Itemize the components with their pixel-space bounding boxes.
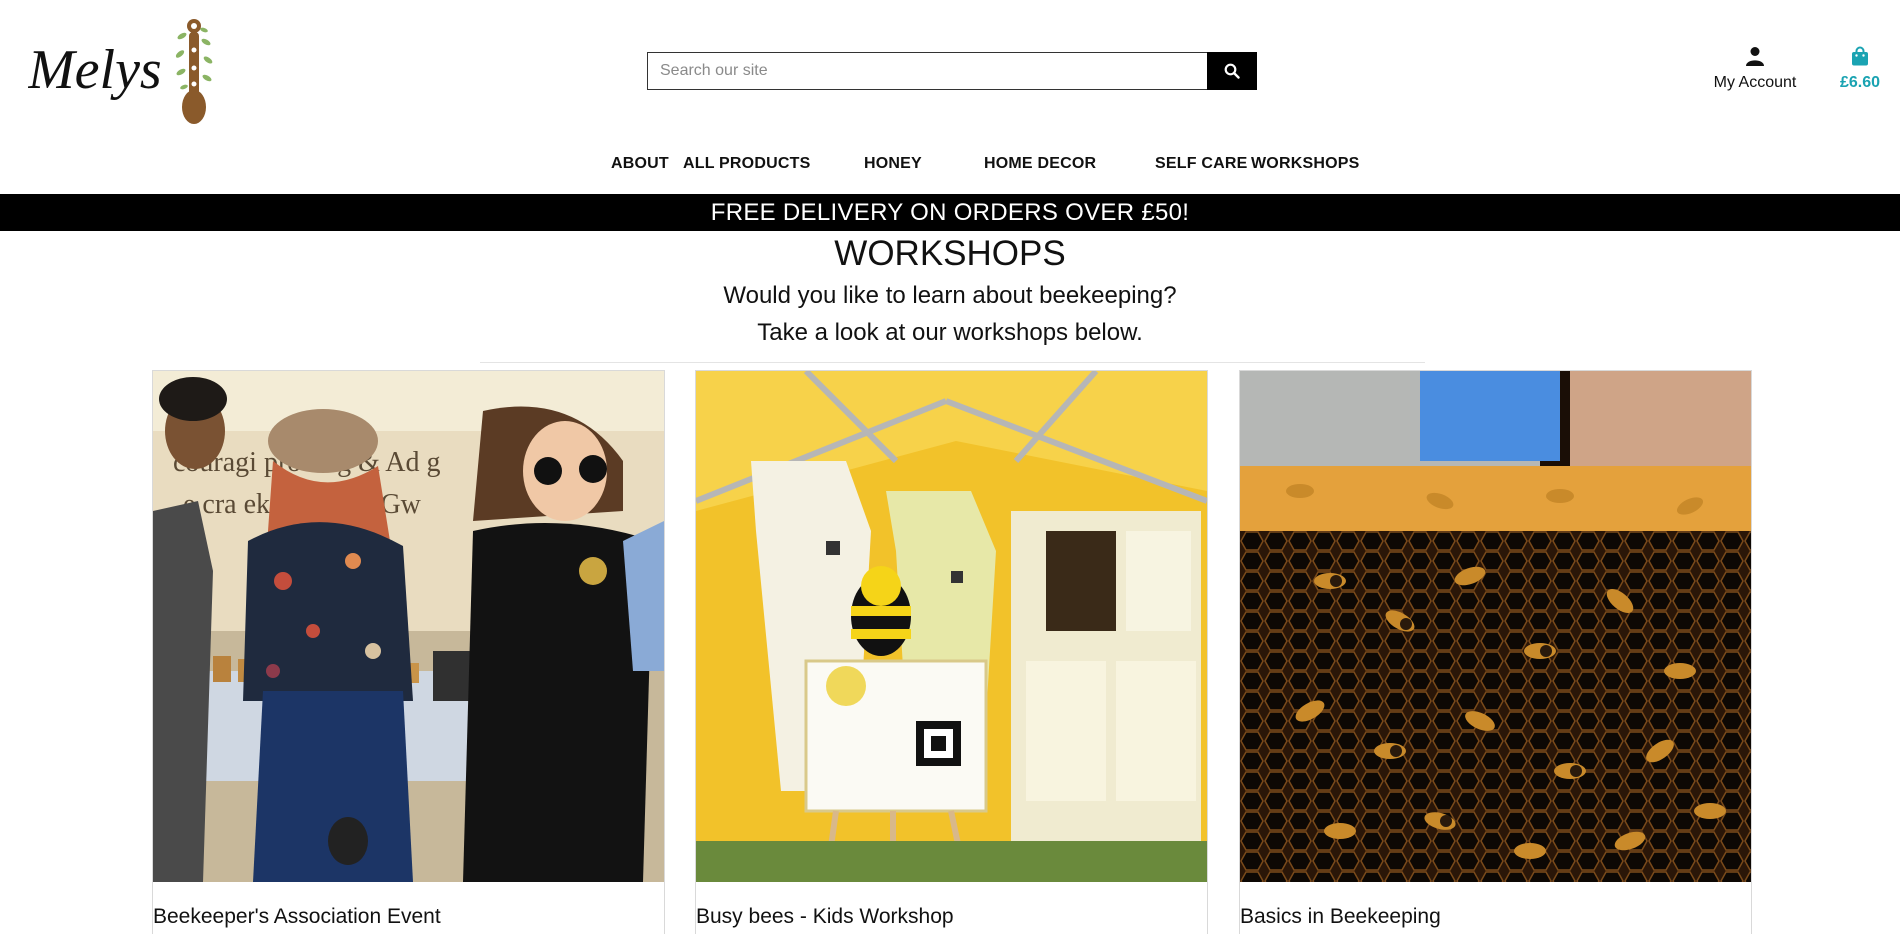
- shopping-bag-icon: [1852, 46, 1868, 66]
- workshop-card[interactable]: Busy bees - Kids Workshop: [695, 370, 1208, 934]
- search-input[interactable]: [647, 52, 1207, 90]
- page-subtitle-line2: Take a look at our workshops below.: [757, 319, 1143, 346]
- workshop-image-kids-workshop[interactable]: [696, 371, 1207, 882]
- cart-total: £6.60: [1839, 74, 1881, 91]
- nav-item-all-products[interactable]: ALL PRODUCTS: [683, 155, 810, 173]
- nav-item-honey[interactable]: HONEY: [864, 155, 922, 173]
- workshop-title[interactable]: Beekeeper's Association Event: [153, 905, 441, 929]
- page-title: WORKSHOPS: [834, 234, 1066, 273]
- nav-item-self-care[interactable]: SELF CARE: [1155, 155, 1247, 173]
- love-spoon-icon: Melys: [28, 19, 213, 124]
- workshop-title[interactable]: Basics in Beekeeping: [1240, 905, 1441, 929]
- workshop-card[interactable]: Basics in Beekeeping: [1239, 370, 1752, 934]
- search-icon: [1224, 63, 1240, 79]
- my-account-link[interactable]: My Account: [1700, 46, 1810, 92]
- divider: [480, 362, 1425, 363]
- nav-item-home-decor[interactable]: HOME DECOR: [984, 155, 1096, 173]
- nav-item-about[interactable]: ABOUT: [611, 155, 669, 173]
- user-icon: [1746, 47, 1764, 66]
- site-header: Melys My Account £6.60 ABOUT ALL PRODUCT…: [0, 0, 1900, 194]
- workshop-title[interactable]: Busy bees - Kids Workshop: [696, 905, 954, 929]
- search-bar: [647, 52, 1257, 90]
- site-logo[interactable]: Melys: [28, 12, 228, 130]
- main-nav: ABOUT ALL PRODUCTS HONEY HOME DECOR SELF…: [0, 155, 1900, 179]
- workshop-image-beekeeping-basics[interactable]: [1240, 371, 1751, 882]
- page-subtitle-line1: Would you like to learn about beekeeping…: [723, 282, 1177, 309]
- cart-link[interactable]: £6.60: [1830, 46, 1890, 92]
- my-account-label: My Account: [1713, 74, 1797, 91]
- free-delivery-banner: FREE DELIVERY ON ORDERS OVER £50!: [0, 194, 1900, 231]
- logo-wordmark: Melys: [28, 39, 162, 101]
- workshop-image-beekeepers-event[interactable]: couragi proving & Ad g e cra ekeeping in…: [153, 371, 664, 882]
- workshop-card[interactable]: couragi proving & Ad g e cra ekeeping in…: [152, 370, 665, 934]
- search-button[interactable]: [1207, 52, 1257, 90]
- nav-item-workshops[interactable]: WORKSHOPS: [1251, 155, 1359, 173]
